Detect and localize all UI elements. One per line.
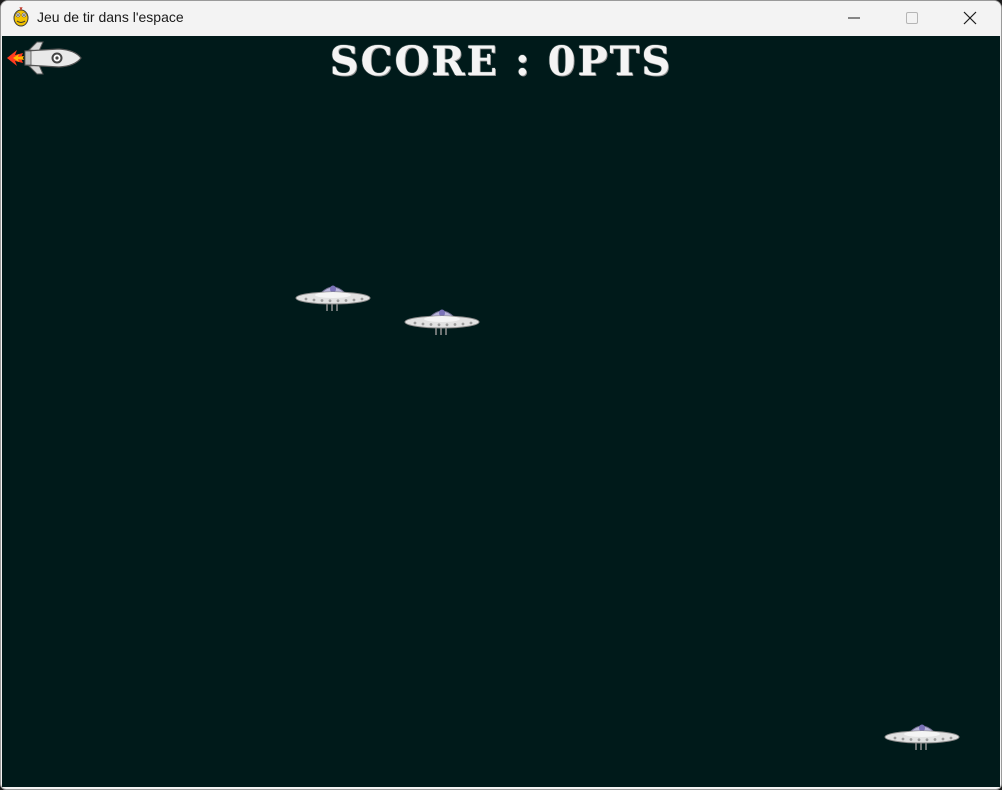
ufo-icon [404, 309, 480, 335]
game-window: Jeu de tir dans l'espace SCORE : 0PTS [0, 0, 1002, 790]
window-title: Jeu de tir dans l'espace [37, 9, 184, 25]
score-display: SCORE : 0PTS [329, 38, 673, 85]
close-button[interactable] [941, 1, 999, 35]
rocket-icon [7, 41, 82, 75]
minimize-button[interactable] [825, 1, 883, 35]
close-icon [963, 11, 977, 25]
ufo-icon [295, 285, 371, 311]
ufo-icon [884, 724, 960, 750]
pygame-snake-icon [13, 7, 29, 27]
minimize-icon [848, 17, 860, 19]
maximize-icon [906, 12, 918, 24]
title-bar[interactable]: Jeu de tir dans l'espace [1, 1, 1001, 35]
game-canvas[interactable]: SCORE : 0PTS [2, 36, 1000, 787]
maximize-button[interactable] [883, 1, 941, 35]
